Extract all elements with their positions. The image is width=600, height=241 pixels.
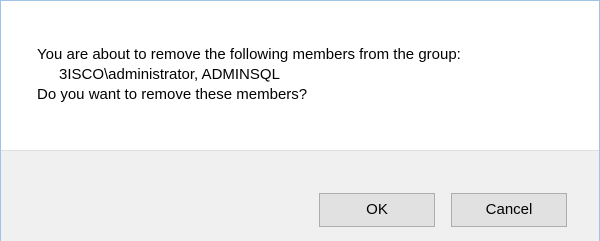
ok-button[interactable]: OK	[319, 193, 435, 227]
message-line-question: Do you want to remove these members?	[37, 86, 308, 103]
dialog-content: You are about to remove the following me…	[1, 1, 599, 150]
dialog-button-bar: OK Cancel	[1, 150, 599, 241]
message-line-intro: You are about to remove the following me…	[37, 46, 461, 63]
remove-members-dialog: You are about to remove the following me…	[0, 0, 600, 241]
dialog-message: You are about to remove the following me…	[37, 45, 461, 105]
cancel-button[interactable]: Cancel	[451, 193, 567, 227]
message-line-members: 3ISCO\administrator, ADMINSQL	[59, 66, 280, 83]
